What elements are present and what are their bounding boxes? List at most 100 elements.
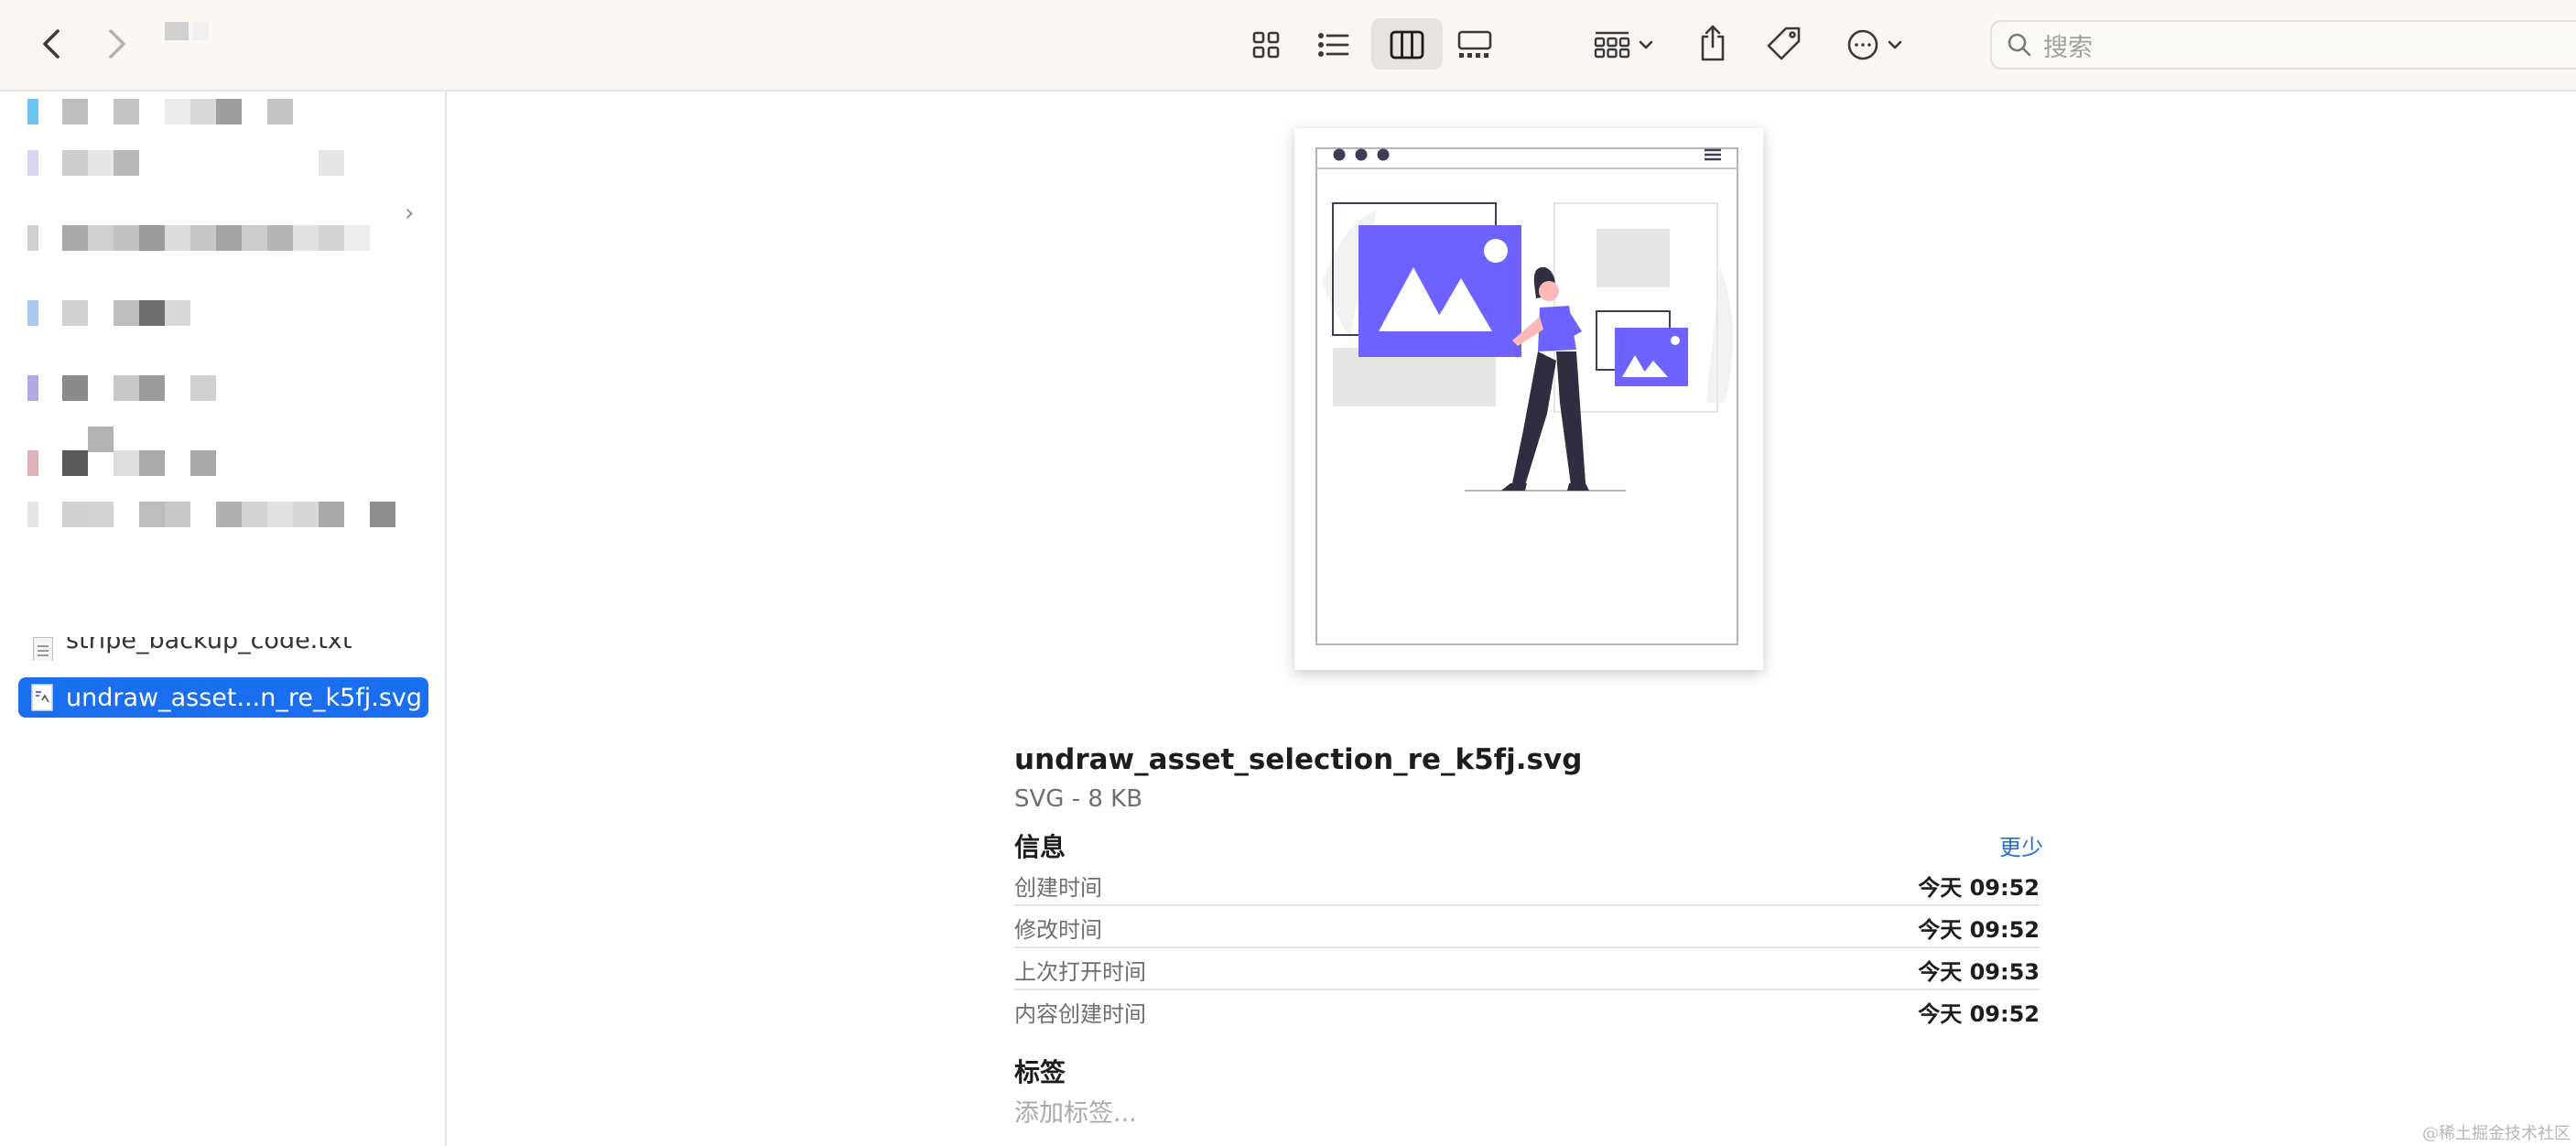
info-value: 今天 09:52 bbox=[1918, 1000, 2040, 1027]
gallery-icon bbox=[1457, 30, 1492, 58]
redacted-icon-block bbox=[27, 300, 38, 326]
redacted-icon-block bbox=[27, 375, 38, 401]
selected-file-row[interactable]: undraw_asset...n_re_k5fj.svg bbox=[18, 677, 428, 718]
redacted-text-block bbox=[114, 225, 139, 251]
redacted-text-block bbox=[62, 225, 88, 251]
redacted-text-block bbox=[216, 502, 242, 527]
search-field[interactable]: 搜索 bbox=[1990, 20, 2576, 70]
redacted-text-block bbox=[88, 150, 114, 176]
redacted-icon-block bbox=[27, 225, 38, 251]
redacted-icon-block bbox=[27, 99, 38, 124]
share-icon bbox=[1701, 25, 1725, 61]
redacted-text-block bbox=[114, 150, 139, 176]
columns-icon bbox=[1390, 30, 1424, 59]
info-label: 修改时间 bbox=[1014, 916, 1102, 943]
info-value: 今天 09:52 bbox=[1918, 916, 2040, 943]
svg-file-icon bbox=[31, 684, 53, 711]
redacted-text-block bbox=[88, 225, 114, 251]
redacted-text-block bbox=[88, 502, 114, 527]
redacted-icon-block bbox=[27, 450, 38, 476]
redacted-icon-block bbox=[27, 150, 38, 176]
info-row: 内容创建时间 今天 09:52 bbox=[1014, 990, 2040, 1032]
redacted-text-block bbox=[62, 150, 88, 176]
chevron-right-icon bbox=[109, 29, 125, 59]
redacted-text-block bbox=[319, 150, 344, 176]
back-button[interactable] bbox=[33, 24, 70, 64]
redacted-text-block bbox=[165, 502, 190, 527]
info-row: 创建时间 今天 09:52 bbox=[1014, 864, 2040, 906]
redacted-text-block bbox=[114, 99, 139, 124]
info-value: 今天 09:52 bbox=[1918, 874, 2040, 901]
redacted-text-block bbox=[62, 300, 88, 326]
ellipsis-circle-icon bbox=[1847, 29, 1878, 60]
forward-button[interactable] bbox=[99, 24, 135, 64]
info-label: 上次打开时间 bbox=[1014, 958, 1146, 985]
file-column: › stripe_backup_code.txt undraw_asset...… bbox=[0, 92, 447, 1146]
more-actions-button[interactable] bbox=[1840, 24, 1910, 66]
tag-button[interactable] bbox=[1763, 22, 1805, 66]
redacted-text-block bbox=[139, 375, 165, 401]
watermark: @稀土掘金技术社区 bbox=[2422, 1124, 2571, 1143]
text-file-icon bbox=[33, 637, 53, 661]
add-tags-field[interactable]: 添加标签... bbox=[1014, 1093, 1137, 1129]
group-by-button[interactable] bbox=[1589, 24, 1659, 66]
redacted-file-list bbox=[0, 92, 445, 568]
redacted-text-block bbox=[190, 450, 216, 476]
view-gallery-button[interactable] bbox=[1454, 24, 1496, 66]
redacted-text-block bbox=[139, 300, 165, 326]
redacted-text-block bbox=[165, 225, 190, 251]
redacted-text-block bbox=[267, 502, 293, 527]
redacted-text-block bbox=[165, 300, 190, 326]
show-less-button[interactable]: 更少 bbox=[1999, 829, 2043, 861]
redacted-text-block bbox=[190, 375, 216, 401]
redacted-text-block bbox=[190, 99, 216, 124]
list-icon bbox=[1318, 33, 1349, 57]
chevron-down-icon bbox=[1639, 40, 1653, 49]
info-value: 今天 09:53 bbox=[1918, 958, 2040, 985]
file-name: undraw_asset...n_re_k5fj.svg bbox=[66, 683, 423, 712]
redacted-text-block bbox=[62, 99, 88, 124]
redacted-text-block bbox=[88, 427, 114, 452]
redacted-text-block bbox=[216, 225, 242, 251]
redacted-text-block bbox=[62, 450, 88, 476]
folder-title-redacted bbox=[165, 22, 216, 48]
tags-section-title: 标签 bbox=[1014, 1057, 1066, 1087]
info-section-title: 信息 bbox=[1014, 832, 1066, 862]
redacted-text-block bbox=[62, 375, 88, 401]
redacted-text-block bbox=[139, 225, 165, 251]
chevron-down-icon bbox=[1888, 40, 1902, 49]
redacted-text-block bbox=[319, 502, 344, 527]
grid-icon bbox=[1252, 31, 1280, 59]
redacted-text-block bbox=[139, 450, 165, 476]
redacted-text-block bbox=[293, 225, 319, 251]
info-label: 内容创建时间 bbox=[1014, 1000, 1146, 1027]
view-columns-button[interactable] bbox=[1386, 24, 1428, 66]
group-by-icon bbox=[1594, 31, 1630, 59]
redacted-text-block bbox=[267, 99, 293, 124]
redacted-text-block bbox=[319, 225, 344, 251]
illustration-preview bbox=[1315, 147, 1738, 645]
view-list-button[interactable] bbox=[1313, 24, 1355, 66]
share-button[interactable] bbox=[1692, 20, 1734, 66]
redacted-text-block bbox=[114, 375, 139, 401]
chevron-left-icon bbox=[43, 29, 60, 59]
tag-icon bbox=[1767, 27, 1801, 60]
redacted-text-block bbox=[114, 300, 139, 326]
info-row: 修改时间 今天 09:52 bbox=[1014, 906, 2040, 948]
preview-file-name: undraw_asset_selection_re_k5fj.svg bbox=[1014, 743, 1583, 776]
redacted-icon-block bbox=[27, 502, 38, 527]
search-icon bbox=[2008, 33, 2031, 57]
redacted-text-block bbox=[242, 225, 267, 251]
preview-file-kind: SVG - 8 KB bbox=[1014, 785, 1143, 813]
redacted-text-block bbox=[165, 99, 190, 124]
file-name: stripe_backup_code.txt bbox=[66, 637, 352, 654]
search-placeholder: 搜索 bbox=[2043, 33, 2093, 62]
list-item[interactable]: stripe_backup_code.txt bbox=[18, 637, 430, 661]
redacted-text-block bbox=[190, 225, 216, 251]
folder-disclosure-icon: › bbox=[405, 200, 415, 227]
redacted-text-block bbox=[267, 225, 293, 251]
info-row: 上次打开时间 今天 09:53 bbox=[1014, 948, 2040, 990]
toolbar: 搜索 bbox=[0, 0, 2576, 92]
view-grid-button[interactable] bbox=[1245, 24, 1287, 66]
redacted-text-block bbox=[370, 502, 395, 527]
